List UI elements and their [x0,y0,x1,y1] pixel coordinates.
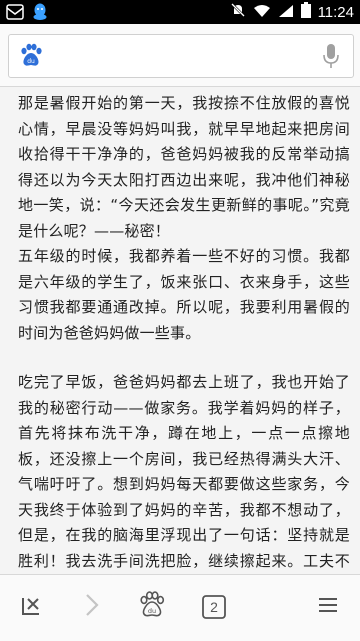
tabs-icon: 2 [201,594,227,620]
close-page-button[interactable] [14,589,50,625]
baidu-home-button[interactable]: du [134,589,170,625]
article-paragraph: 吃完了早饭，爸爸妈妈都去上班了，我也开始了我的秘密行动——做家务。我学着妈妈的样… [18,373,350,570]
wifi-icon [253,3,271,22]
silent-icon [230,2,246,22]
svg-text:du: du [148,607,156,615]
bottom-toolbar: du 2 [0,574,360,641]
article-paragraph: 那是暑假开始的第一天，我按捺不住放假的喜悦心情，早晨没等妈妈叫我，就早早地起来把… [18,94,350,240]
signal-icon [278,3,294,22]
article-paragraph: 五年级的时候，我都养着一些不好的习惯。我都是六年级的学生了，饭来张口、衣来身手，… [18,247,350,342]
baidu-paw-icon: du [19,43,43,73]
notification-icon [6,4,24,24]
battery-icon [300,2,311,22]
article-content[interactable]: 那是暑假开始的第一天，我按捺不住放假的喜悦心情，早晨没等妈妈叫我，就早早地起来把… [0,87,360,574]
article-body: 那是暑假开始的第一天，我按捺不住放假的喜悦心情，早晨没等妈妈叫我，就早早地起来把… [0,87,360,574]
baidu-home-icon: du [139,591,165,623]
search-bar: du [0,24,360,87]
forward-arrow-icon [82,592,102,622]
tabs-button[interactable]: 2 [196,589,232,625]
forward-button[interactable] [74,589,110,625]
qq-icon [32,3,48,25]
microphone-icon[interactable] [323,43,339,73]
tab-count: 2 [210,599,218,615]
menu-button[interactable] [310,589,346,625]
clock: 11:24 [317,3,354,21]
close-page-icon [20,593,44,621]
search-input[interactable]: du [8,34,354,78]
svg-text:du: du [27,58,35,65]
menu-icon [317,594,339,620]
status-bar: 11:24 [0,0,360,24]
